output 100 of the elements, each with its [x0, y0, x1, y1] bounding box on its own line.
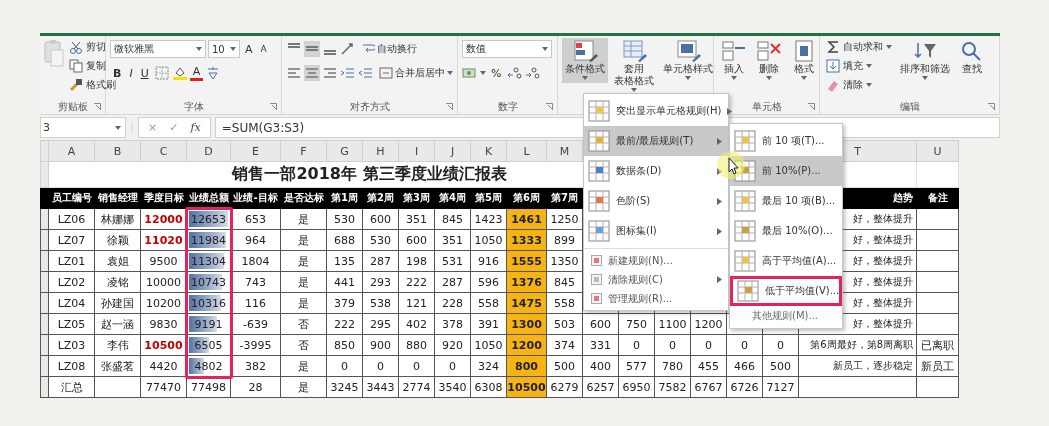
- table-cell: LZ08: [48, 355, 95, 377]
- table-cell: 900: [362, 334, 399, 356]
- table-cell: 6767: [690, 376, 727, 398]
- table-cell: 6950: [618, 376, 655, 398]
- table-cell: 是: [280, 271, 327, 293]
- table-cell: 530: [362, 229, 399, 251]
- table-cell: 780: [654, 355, 691, 377]
- table-cell: 第6周最好，第8周离职: [798, 334, 917, 356]
- table-cell: 222: [326, 313, 363, 335]
- table-cell: 400: [582, 355, 619, 377]
- table-cell: 0: [434, 355, 471, 377]
- table-cell: 徐颖: [94, 229, 141, 251]
- table-cell: 0: [398, 355, 435, 377]
- table-cell: 378: [434, 313, 471, 335]
- table-cell: 林娜娜: [94, 208, 141, 230]
- table-cell: 6279: [546, 376, 583, 398]
- table-cell: 10316: [186, 292, 231, 314]
- table-cell: 6726: [726, 376, 763, 398]
- group-label: 对齐方式: [349, 99, 390, 114]
- table-cell: -639: [230, 313, 281, 335]
- table-cell: 是: [280, 376, 327, 398]
- table-cell: 3245: [326, 376, 363, 398]
- table-cell: 孙建国: [94, 292, 141, 314]
- group-label: 数字: [497, 99, 518, 114]
- table-cell: 7582: [654, 376, 691, 398]
- table-cell: 77498: [186, 376, 231, 398]
- table-cell: 1050: [470, 229, 507, 251]
- table-cell: LZ05: [48, 313, 95, 335]
- table-cell: 600: [362, 208, 399, 230]
- table-cell: LZ03: [48, 334, 95, 356]
- group-label: 单元格: [751, 99, 782, 114]
- table-cell: 287: [434, 271, 471, 293]
- group-label: 剪贴板: [57, 99, 88, 114]
- table-cell: 920: [434, 334, 471, 356]
- table-cell: 1804: [230, 250, 281, 272]
- table-cell: 222: [398, 271, 435, 293]
- table-cell: 77470: [140, 376, 187, 398]
- table-cell: 0: [654, 334, 691, 356]
- table-cell: 653: [230, 208, 281, 230]
- table-cell: 538: [362, 292, 399, 314]
- table-cell: 是: [280, 208, 327, 230]
- table-cell: 379: [326, 292, 363, 314]
- table-cell: 0: [726, 334, 763, 356]
- table-cell: 3540: [434, 376, 471, 398]
- table-cell: 凌铭: [94, 271, 141, 293]
- table-cell: 11984: [186, 229, 231, 251]
- table-cell: 3443: [362, 376, 399, 398]
- table-cell: 964: [230, 229, 281, 251]
- table-cell: 2774: [398, 376, 435, 398]
- table-cell: 0: [618, 334, 655, 356]
- table-cell: 500: [762, 355, 799, 377]
- table-cell: 743: [230, 271, 281, 293]
- table-cell: 596: [470, 271, 507, 293]
- table-cell: LZ04: [48, 292, 95, 314]
- table-cell: 374: [546, 334, 583, 356]
- table-cell: 402: [398, 313, 435, 335]
- table-cell: LZ07: [48, 229, 95, 251]
- table-cell: LZ06: [48, 208, 95, 230]
- table-cell: 0: [762, 334, 799, 356]
- table-cell: 577: [618, 355, 655, 377]
- table-cell: 是: [280, 229, 327, 251]
- table-cell: 6505: [186, 334, 231, 356]
- table-cell: 12653: [186, 208, 231, 230]
- table-cell: 袁姐: [94, 250, 141, 272]
- table-cell: 845: [546, 271, 583, 293]
- table-cell: 688: [326, 229, 363, 251]
- table-cell: 是: [280, 292, 327, 314]
- table-cell: 张盛茗: [94, 355, 141, 377]
- table-cell: 新员工，逐步稳定: [798, 355, 917, 377]
- table-cell: 750: [618, 313, 655, 335]
- table-cell: 否: [280, 313, 327, 335]
- table-cell: 9191: [186, 313, 231, 335]
- table-cell: 293: [362, 271, 399, 293]
- table-cell: 500: [546, 355, 583, 377]
- table-cell: 916: [470, 250, 507, 272]
- table-cell: 600: [582, 313, 619, 335]
- table-cell: 1200: [690, 313, 727, 335]
- table-cell: 135: [326, 250, 363, 272]
- table-cell: 6257: [582, 376, 619, 398]
- table-cell: 1050: [470, 334, 507, 356]
- table-cell: 0: [362, 355, 399, 377]
- table-cell: 0: [690, 334, 727, 356]
- table-cell: 530: [326, 208, 363, 230]
- table-cell: 287: [362, 250, 399, 272]
- table-cell: 28: [230, 376, 281, 398]
- table-cell: 455: [690, 355, 727, 377]
- table-cell: 0: [326, 355, 363, 377]
- table-cell: 503: [546, 313, 583, 335]
- table-cell: 198: [398, 250, 435, 272]
- table-cell: LZ02: [48, 271, 95, 293]
- table-cell: 是: [280, 355, 327, 377]
- table-cell: 351: [398, 208, 435, 230]
- table-cell: 6308: [470, 376, 507, 398]
- table-cell: 324: [470, 355, 507, 377]
- table-cell: 汇总: [48, 376, 95, 398]
- table-cell: LZ01: [48, 250, 95, 272]
- table-cell: 228: [434, 292, 471, 314]
- table-cell: 558: [546, 292, 583, 314]
- table-cell: 李伟: [94, 334, 141, 356]
- table-cell: 1100: [654, 313, 691, 335]
